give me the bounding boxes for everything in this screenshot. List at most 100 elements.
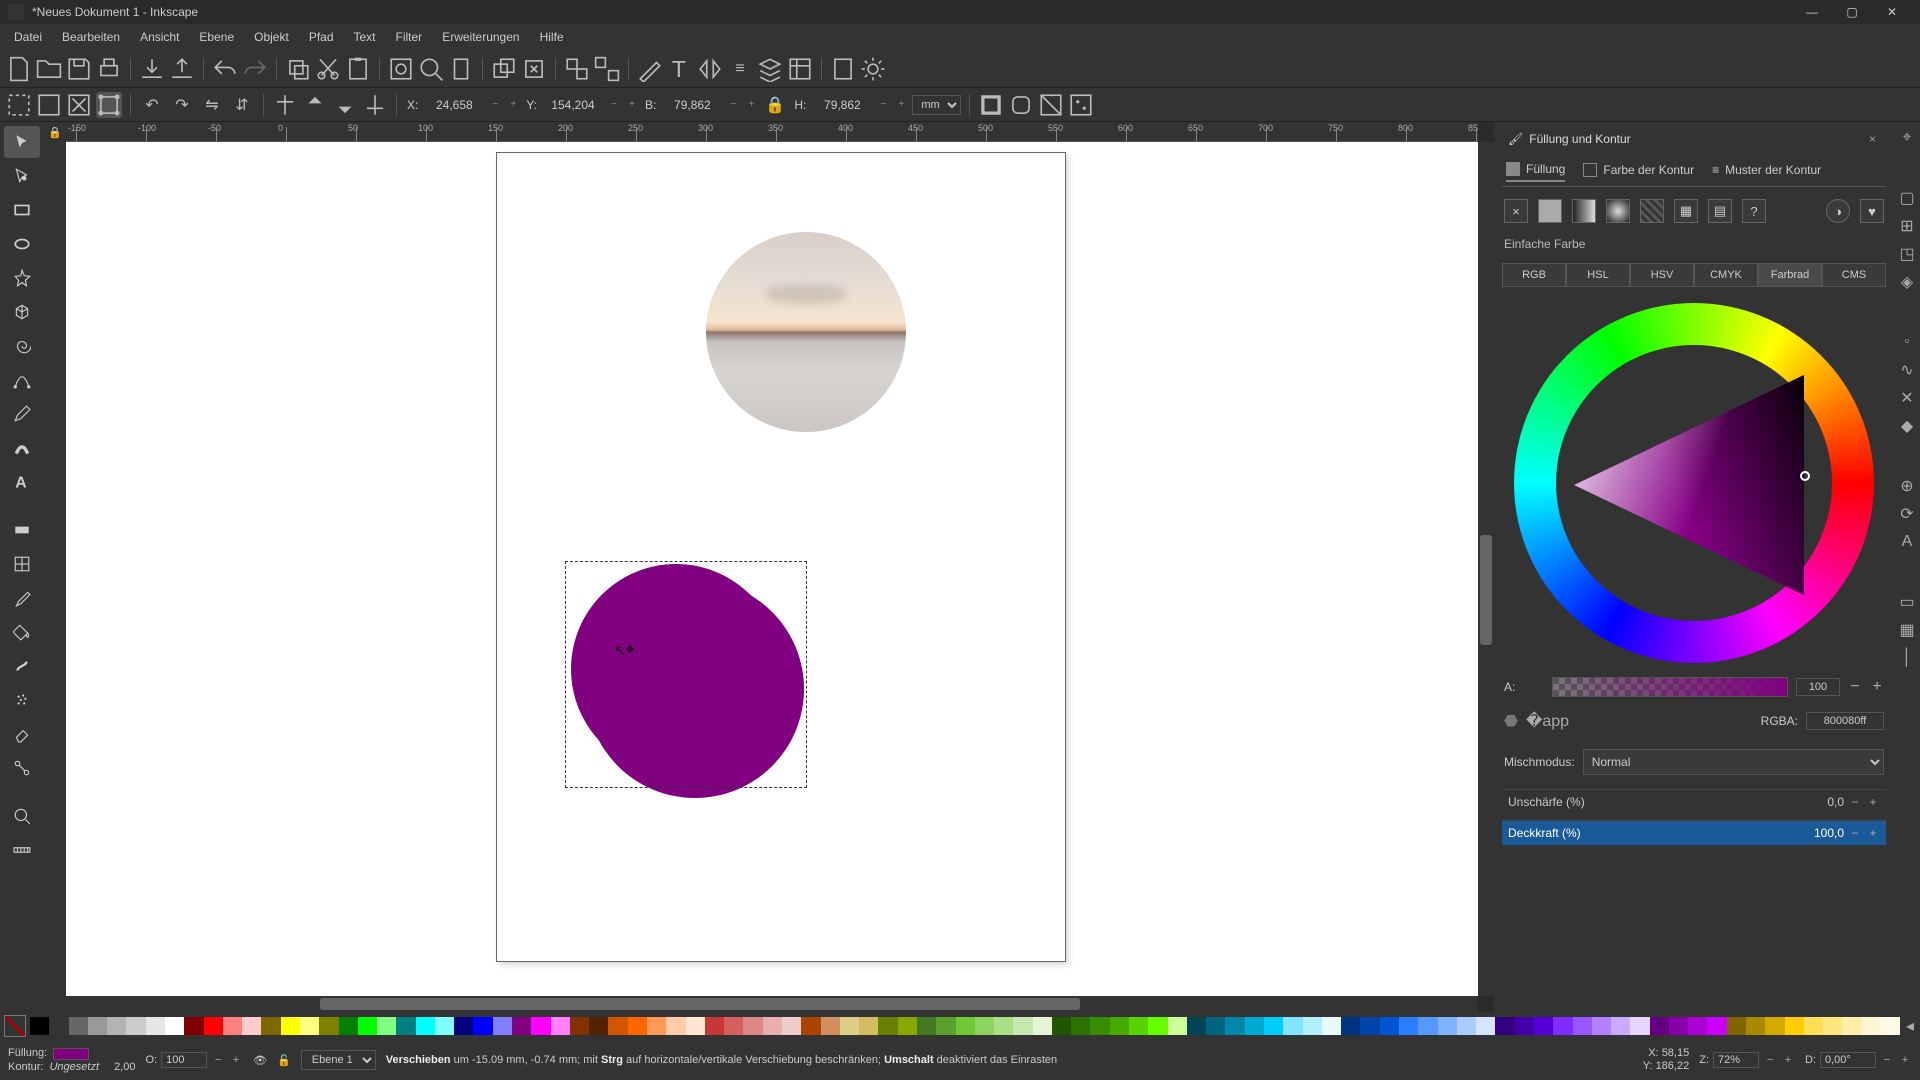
palette-swatch[interactable] (1534, 1017, 1553, 1035)
tab-rgb[interactable]: RGB (1502, 263, 1566, 287)
palette-swatch[interactable] (88, 1017, 107, 1035)
eraser-tool[interactable] (4, 718, 40, 750)
palette-swatch[interactable] (184, 1017, 203, 1035)
menu-erweiterungen[interactable]: Erweiterungen (432, 26, 529, 48)
palette-swatch[interactable] (339, 1017, 358, 1035)
palette-swatch[interactable] (146, 1017, 165, 1035)
snap-bbox-icon[interactable]: ▢ (1897, 188, 1917, 208)
snap-text-icon[interactable]: A (1897, 532, 1917, 552)
palette-swatch[interactable] (801, 1017, 820, 1035)
palette-swatch[interactable] (107, 1017, 126, 1035)
snap-corner-icon[interactable]: ◳ (1897, 244, 1917, 264)
palette-swatch[interactable] (1823, 1017, 1842, 1035)
rotate-ccw-icon[interactable]: ↶ (139, 92, 165, 118)
palette-swatch[interactable] (589, 1017, 608, 1035)
tab-hsv[interactable]: HSV (1630, 263, 1694, 287)
fill-stroke-button-icon[interactable] (637, 56, 663, 82)
zoom-tool[interactable] (4, 800, 40, 832)
rgba-input[interactable] (1806, 712, 1884, 730)
snap-intersection-icon[interactable]: ✕ (1897, 388, 1917, 408)
blur-minus[interactable]: − (1848, 795, 1862, 809)
rotation-input[interactable] (1820, 1052, 1876, 1068)
palette-swatch[interactable] (261, 1017, 280, 1035)
palette-swatch[interactable] (126, 1017, 145, 1035)
palette-swatch[interactable] (956, 1017, 975, 1035)
palette-swatch[interactable] (1399, 1017, 1418, 1035)
flip-v-icon[interactable]: ⇵ (229, 92, 255, 118)
tab-farbrad[interactable]: Farbrad (1758, 263, 1822, 287)
palette-swatch[interactable] (1090, 1017, 1109, 1035)
rotate-cw-icon[interactable]: ↷ (169, 92, 195, 118)
palette-swatch[interactable] (30, 1017, 49, 1035)
minimize-button[interactable]: — (1792, 0, 1832, 24)
palette-swatch[interactable] (1013, 1017, 1032, 1035)
palette-swatch[interactable] (608, 1017, 627, 1035)
alpha-plus[interactable]: + (1870, 678, 1884, 696)
palette-swatch[interactable] (878, 1017, 897, 1035)
transform-gradient-icon[interactable] (1038, 92, 1064, 118)
palette-swatch[interactable] (223, 1017, 242, 1035)
ruler-horizontal[interactable]: -150-100-5005010015020025030035040045050… (66, 122, 1478, 142)
palette-swatch[interactable] (1187, 1017, 1206, 1035)
paintbucket-tool[interactable] (4, 616, 40, 648)
alpha-slider[interactable] (1552, 677, 1788, 697)
selectors-button[interactable] (787, 56, 813, 82)
canvas[interactable]: ↖✥ (66, 142, 1478, 996)
menu-hilfe[interactable]: Hilfe (530, 26, 574, 48)
y-minus[interactable]: − (607, 94, 621, 116)
snap-center-icon[interactable]: ⊕ (1897, 476, 1917, 496)
copy-button[interactable] (285, 56, 311, 82)
zoom-minus[interactable]: − (1763, 1054, 1777, 1066)
palette-swatch[interactable] (416, 1017, 435, 1035)
palette-swatch[interactable] (358, 1017, 377, 1035)
lower-bottom-icon[interactable] (362, 92, 388, 118)
palette-swatch[interactable] (531, 1017, 550, 1035)
palette-swatch[interactable] (724, 1017, 743, 1035)
tab-hsl[interactable]: HSL (1566, 263, 1630, 287)
status-o-minus[interactable]: − (211, 1054, 225, 1066)
undo-button[interactable] (212, 56, 238, 82)
palette-swatch[interactable] (1148, 1017, 1167, 1035)
palette-swatch[interactable] (1746, 1017, 1765, 1035)
palette-swatch[interactable] (1033, 1017, 1052, 1035)
palette-swatch[interactable] (1495, 1017, 1514, 1035)
maximize-button[interactable]: ▢ (1832, 0, 1872, 24)
h-minus[interactable]: − (876, 94, 890, 116)
palette-swatch[interactable] (281, 1017, 300, 1035)
palette-swatch[interactable] (1553, 1017, 1572, 1035)
zoom-page-button[interactable] (448, 56, 474, 82)
alpha-minus[interactable]: − (1848, 678, 1862, 696)
no-paint-button[interactable]: × (1504, 199, 1528, 223)
palette-swatch[interactable] (242, 1017, 261, 1035)
palette-swatch[interactable] (1765, 1017, 1784, 1035)
x-plus[interactable]: + (506, 94, 520, 116)
flat-color-button[interactable] (1538, 199, 1562, 223)
zoom-input[interactable] (1713, 1052, 1759, 1068)
radial-gradient-button[interactable] (1606, 199, 1630, 223)
status-opacity-input[interactable] (161, 1052, 207, 1068)
h-input[interactable] (812, 98, 872, 112)
layer-select[interactable]: Ebene 1 (301, 1050, 376, 1070)
palette-swatch[interactable] (1862, 1017, 1881, 1035)
snap-page-icon[interactable]: ▭ (1897, 592, 1917, 612)
palette-swatch[interactable] (898, 1017, 917, 1035)
panel-close-icon[interactable]: × (1865, 132, 1880, 146)
y-plus[interactable]: + (625, 94, 639, 116)
snap-toggle-icon[interactable]: ⌖ (1897, 128, 1917, 148)
heart-fill-button[interactable]: ♥ (1860, 199, 1884, 223)
y-input[interactable] (543, 98, 603, 112)
palette-swatch[interactable] (1110, 1017, 1129, 1035)
palette-swatch[interactable] (454, 1017, 473, 1035)
clipped-image-circle[interactable] (706, 232, 906, 432)
palette-swatch[interactable] (1206, 1017, 1225, 1035)
palette-swatch[interactable] (396, 1017, 415, 1035)
status-stroke-value[interactable]: Ungesetzt (49, 1062, 99, 1073)
scrollbar-vertical[interactable] (1478, 142, 1494, 996)
opacity-row[interactable]: Deckkraft (%) 100,0−+ (1502, 820, 1886, 845)
redo-button[interactable] (242, 56, 268, 82)
panel-tab[interactable]: 🖌 Füllung und Kontur × (1502, 128, 1886, 150)
transform-corners-icon[interactable] (1008, 92, 1034, 118)
color-wheel[interactable] (1514, 303, 1874, 663)
unit-select[interactable]: mm (912, 95, 961, 115)
palette-swatch[interactable] (975, 1017, 994, 1035)
